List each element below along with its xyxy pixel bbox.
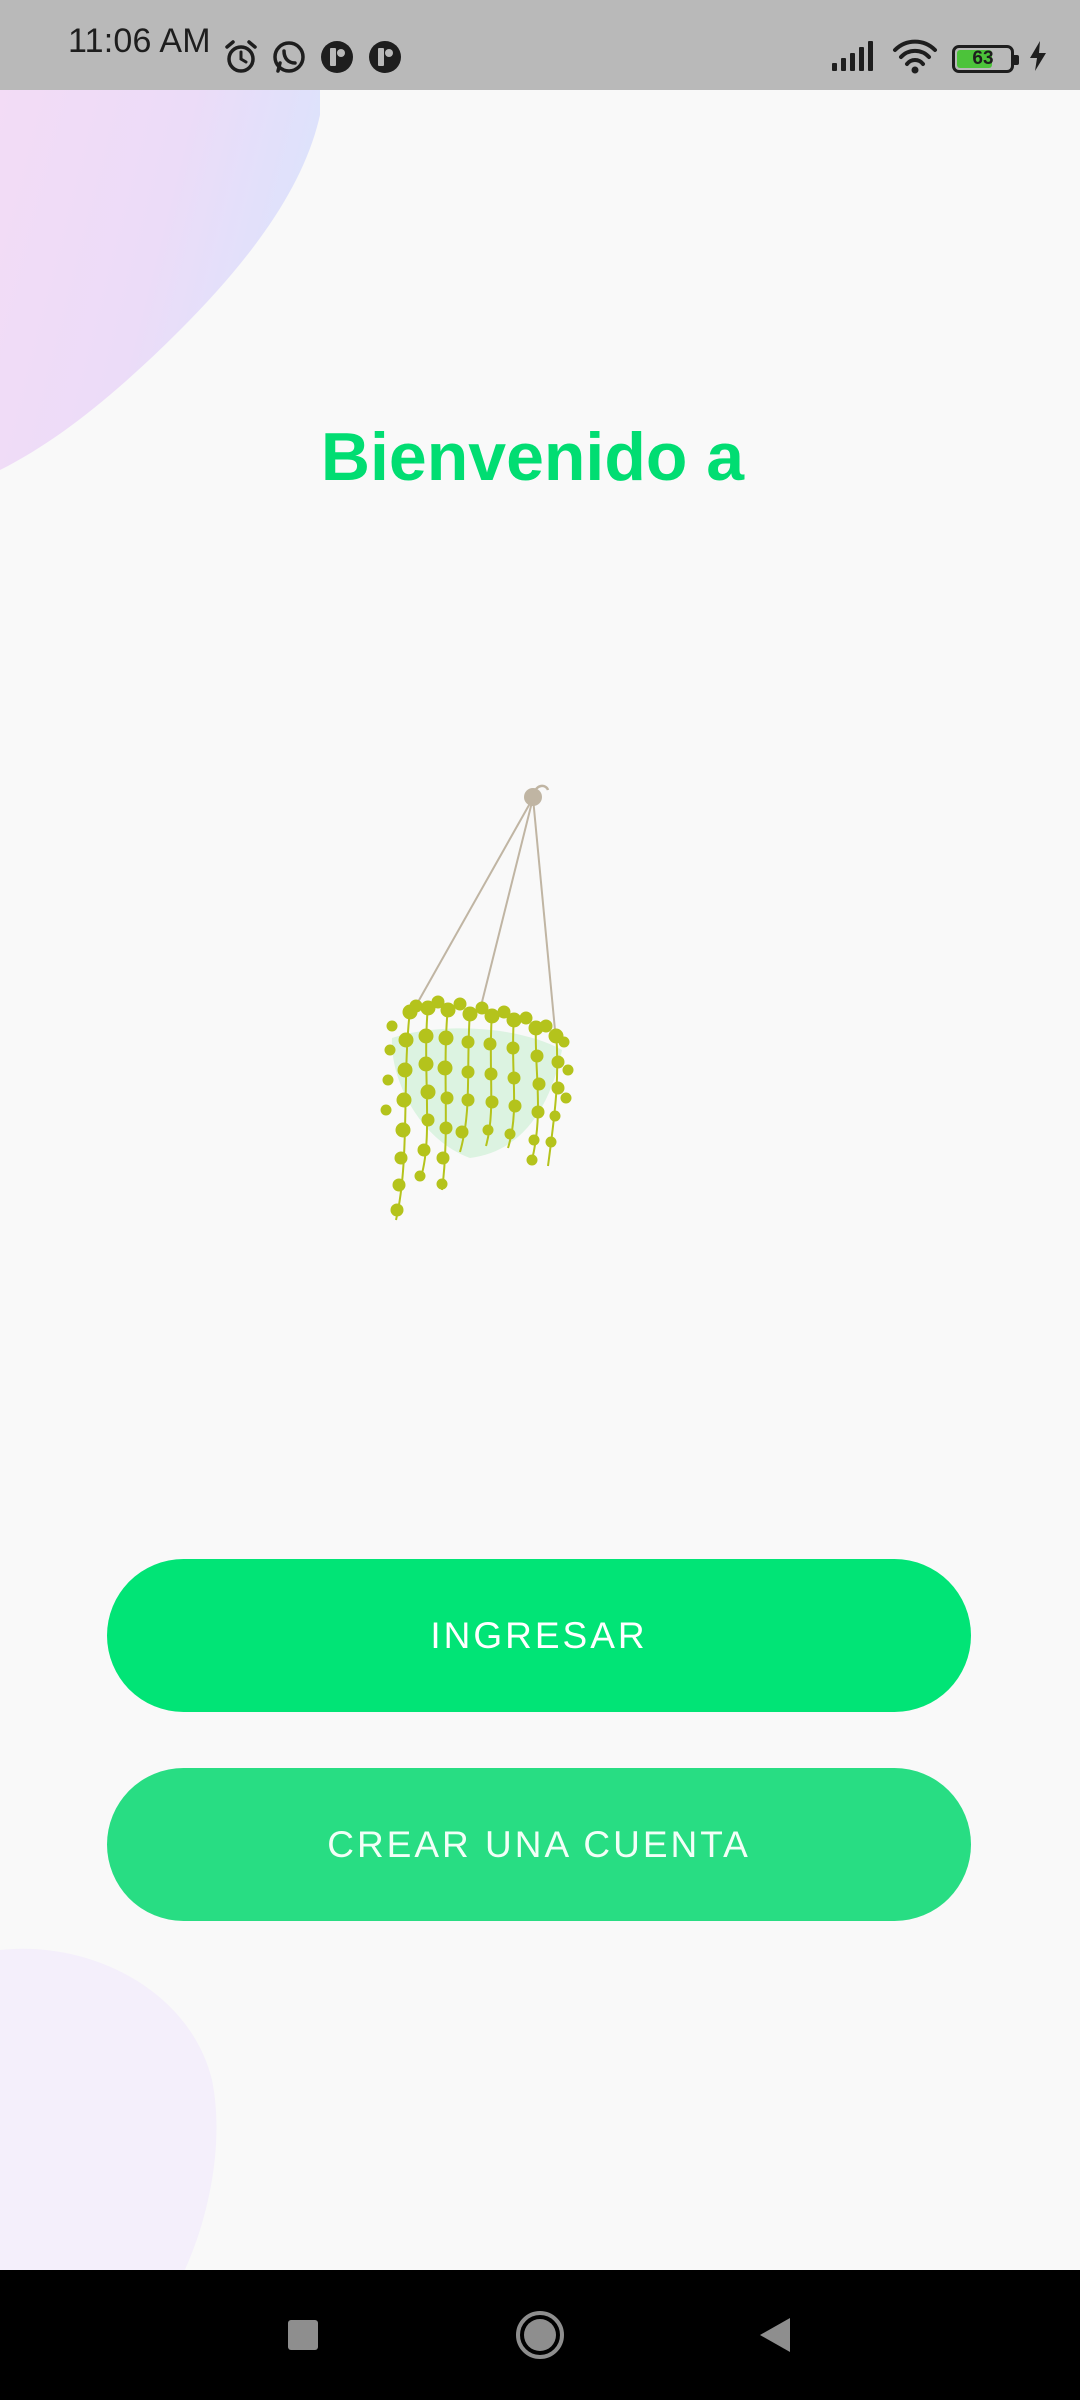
welcome-title: Bienvenido a — [320, 419, 745, 495]
decorative-blob-top — [0, 90, 320, 470]
notification-icons — [222, 38, 404, 81]
hanging-plant-illustration — [380, 784, 574, 1221]
home-icon — [516, 2311, 564, 2359]
status-time: 11:06 AM — [68, 22, 211, 60]
battery-icon: 63 — [952, 44, 1019, 73]
back-icon — [760, 2318, 790, 2352]
recents-button[interactable] — [243, 2270, 363, 2400]
create-account-button[interactable]: CREAR UNA CUENTA — [107, 1768, 971, 1921]
alarm-icon — [222, 38, 260, 81]
welcome-screen: 11:06 AM 63 Bienvenido a INGRESAR CREAR … — [0, 0, 1080, 2400]
wifi-icon — [892, 38, 938, 79]
login-button[interactable]: INGRESAR — [107, 1559, 971, 1712]
recents-icon — [288, 2320, 318, 2350]
charging-icon — [1028, 40, 1048, 77]
battery-level: 63 — [972, 47, 994, 69]
whatsapp-icon — [270, 38, 308, 81]
back-button[interactable] — [715, 2270, 835, 2400]
signal-icon — [830, 39, 878, 78]
home-button[interactable] — [480, 2270, 600, 2400]
system-icons: 63 — [830, 38, 1048, 79]
app-icon — [366, 38, 404, 81]
status-bar: 11:06 AM 63 — [0, 0, 1080, 90]
navigation-bar — [0, 2270, 1080, 2400]
app-icon — [318, 38, 356, 81]
decorative-blob-bottom — [0, 1948, 217, 2280]
